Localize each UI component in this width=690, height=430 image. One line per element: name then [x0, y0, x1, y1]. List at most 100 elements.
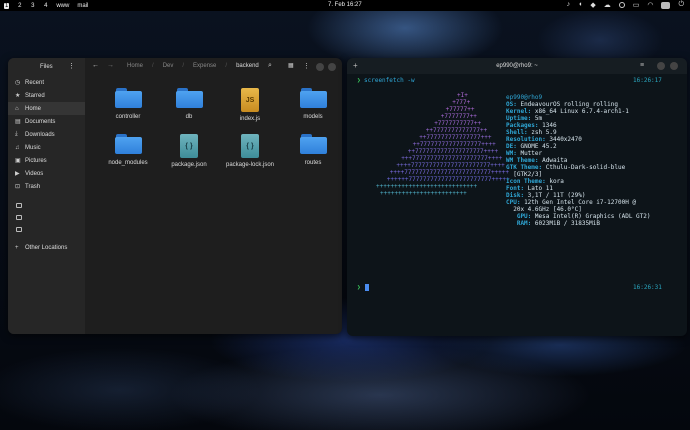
menu-icon[interactable]: ⋮ — [303, 62, 310, 70]
clipboard-icon[interactable] — [618, 2, 625, 8]
sidebar-item-trash[interactable]: ⊡ Trash — [8, 180, 85, 193]
file-item[interactable]: JS index.js — [222, 88, 278, 123]
display-icon[interactable]: ▭ — [633, 1, 640, 9]
sidebar-item-other-locations[interactable]: + Other Locations — [8, 241, 85, 254]
close-button[interactable] — [328, 63, 336, 71]
wifi-icon[interactable]: ◠ — [647, 1, 653, 9]
info-value: Adwaita — [538, 157, 568, 164]
workspace-mail[interactable]: mail — [77, 3, 88, 9]
power-icon[interactable]: ⏻ — [678, 1, 684, 9]
sidebar-item-videos[interactable]: ▶ Videos — [8, 167, 85, 180]
video-icon: ▶ — [15, 171, 20, 177]
folder-item[interactable]: db — [161, 88, 217, 121]
bird-icon[interactable]: ◆ — [590, 1, 595, 9]
sidebar-item-recent[interactable]: ◷ Recent — [8, 76, 85, 89]
system-info: ep990@rho9 OS: EndeavourOS rolling rollin… — [506, 94, 651, 227]
folder-item[interactable]: controller — [100, 88, 156, 121]
breadcrumb-item[interactable]: Expense — [193, 63, 216, 69]
drive-item[interactable] — [8, 223, 85, 235]
info-key: Uptime: — [506, 115, 532, 122]
more-options-icon[interactable]: ⋮ — [68, 62, 75, 70]
info-row: RAM: 6023MiB / 31835MiB — [506, 220, 651, 227]
file-item[interactable]: { } package-lock.json — [222, 134, 278, 169]
info-key: OS: — [506, 101, 517, 108]
minimize-button[interactable] — [657, 62, 665, 70]
logo-line: ++777777777777777+++ — [419, 134, 492, 141]
download-icon: ⤓ — [15, 131, 18, 137]
drive-item[interactable] — [8, 211, 85, 223]
file-name: models — [303, 114, 323, 120]
menu-icon[interactable]: ≡ — [640, 58, 644, 74]
logo-line: ++++++++++++++++++++++++++++ — [376, 183, 478, 190]
info-row: WM Theme: Adwaita — [506, 157, 651, 164]
workspace-2[interactable]: 2 — [17, 3, 22, 9]
battery-icon[interactable] — [661, 2, 671, 9]
info-value: [GTK2/3] — [506, 171, 543, 178]
breadcrumb-item[interactable]: Home — [127, 63, 143, 69]
close-button[interactable] — [670, 62, 678, 70]
info-row: GTK Theme: Cthulu-Dark-solid-blue — [506, 164, 651, 171]
info-key: GPU: — [506, 213, 532, 220]
files-sidebar-header: Files ⋮ — [8, 58, 85, 76]
search-icon[interactable]: ⌕ — [268, 62, 272, 70]
sidebar-item-label: Starred — [25, 92, 45, 99]
breadcrumb-item[interactable]: Dev — [163, 63, 174, 69]
logo-line: ++77777777777777777++++ — [412, 141, 496, 148]
breadcrumb-separator: / — [152, 63, 154, 69]
view-grid-icon[interactable]: ▦ — [288, 62, 294, 69]
info-row: WM: Mutter — [506, 150, 651, 157]
new-tab-icon[interactable]: + — [353, 58, 358, 74]
sidebar-item-downloads[interactable]: ⤓ Downloads — [8, 128, 85, 141]
music-icon: ♫ — [15, 144, 20, 151]
sidebar-item-home[interactable]: ⌂ Home — [8, 102, 85, 115]
sidebar-item-label: Recent — [25, 79, 45, 86]
workspace-4[interactable]: 4 — [43, 3, 48, 9]
files-window: Files ⋮ ◷ Recent ★ Starred ⌂ Home ▤ Documents ⤓ D… — [8, 58, 342, 334]
forward-icon[interactable]: → — [107, 62, 114, 69]
sidebar-item-music[interactable]: ♫ Music — [8, 141, 85, 154]
workspace-1[interactable]: 1 — [4, 2, 10, 9]
picture-icon: ▣ — [15, 158, 21, 164]
info-value: 12th Gen Intel Core i7-12700H @ — [520, 199, 637, 206]
file-item[interactable]: { } package.json — [161, 134, 217, 169]
info-key: Packages: — [506, 122, 539, 129]
drive-icon — [16, 214, 22, 220]
info-row: Font: Lato 11 — [506, 185, 651, 192]
back-icon[interactable]: ← — [92, 62, 99, 69]
logo-line: +77777++ — [445, 106, 475, 113]
minimize-button[interactable] — [316, 63, 324, 71]
sidebar-item-documents[interactable]: ▤ Documents — [8, 115, 85, 128]
folder-icon — [299, 88, 327, 108]
folder-item[interactable]: models — [285, 88, 341, 121]
drive-item[interactable] — [8, 199, 85, 211]
folder-icon — [114, 134, 142, 154]
workspace-www[interactable]: www — [56, 3, 69, 9]
sidebar-item-starred[interactable]: ★ Starred — [8, 89, 85, 102]
logo-line: ++++777777777777777777777777+++++ — [389, 169, 510, 176]
file-name: package-lock.json — [225, 162, 275, 168]
info-value: 20x 4.6GHz [46.0°C] — [506, 206, 582, 213]
sidebar-item-pictures[interactable]: ▣ Pictures — [8, 154, 85, 167]
breadcrumb-item[interactable]: backend — [236, 63, 259, 69]
breadcrumb-separator: / — [182, 63, 185, 69]
info-row: ep990@rho9 — [506, 94, 651, 101]
logo-line: +7777777777++ — [434, 120, 482, 127]
file-name: node_modules — [108, 160, 148, 166]
terminal-output[interactable]: ❯ screenfetch -w 16:26:17 +I+ +777+ +77777… — [347, 74, 687, 336]
info-key: Disk: — [506, 192, 525, 199]
folder-item[interactable]: node_modules — [100, 134, 156, 167]
cloud-icon[interactable]: ☁ — [604, 1, 611, 9]
bell-icon[interactable]: ♪ — [567, 1, 571, 9]
workspace-3[interactable]: 3 — [30, 3, 35, 9]
sidebar-item-label: Pictures — [25, 157, 47, 164]
prompt-symbol: ❯ — [357, 284, 361, 291]
info-row: Packages: 1346 — [506, 122, 651, 129]
clock[interactable]: 7. Feb 16:27 — [328, 2, 362, 8]
folder-item[interactable]: routes — [285, 134, 341, 167]
info-row: CPU: 12th Gen Intel Core i7-12700H @ — [506, 199, 651, 206]
info-row: DE: GNOME 45.2 — [506, 143, 651, 150]
file-name: controller — [115, 114, 141, 120]
text-cursor — [365, 284, 369, 291]
speaker-icon[interactable]: ◖ — [578, 1, 582, 9]
info-row: 20x 4.6GHz [46.0°C] — [506, 206, 651, 213]
